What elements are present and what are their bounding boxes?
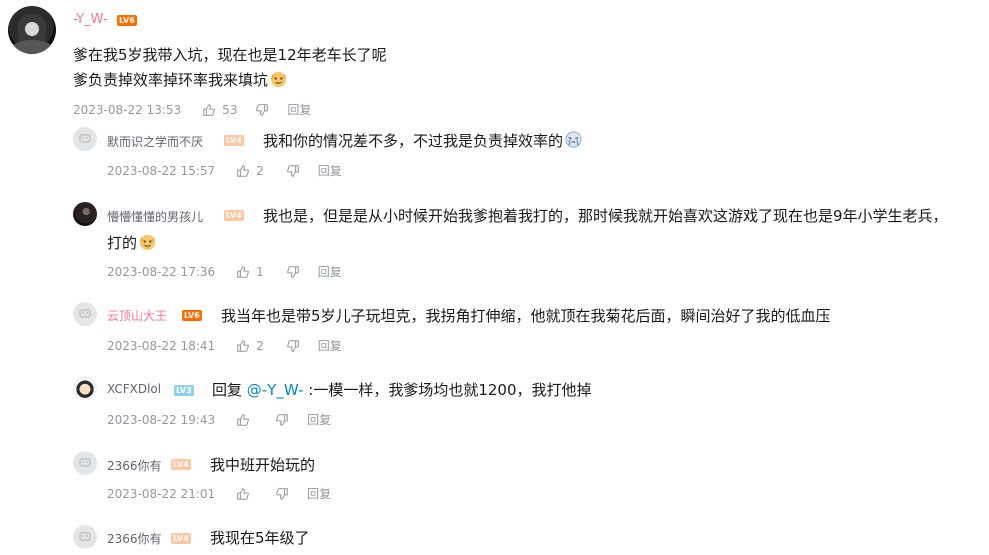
level-badge: LV4 — [171, 533, 191, 544]
level-badge: LV4 — [224, 135, 244, 146]
comment-thread: -Y_W- LV6 爹在我5岁我带入坑，现在也是12年老车长了呢 爹负责掉效率掉… — [0, 0, 989, 555]
username[interactable]: 2366你有 — [107, 530, 162, 547]
level-badge: LV6 — [117, 15, 137, 26]
avatar[interactable] — [73, 127, 97, 151]
avatar[interactable] — [73, 202, 97, 226]
reply-button[interactable]: 回复 — [287, 101, 311, 118]
comment-text: 爹在我5岁我带入坑，现在也是12年老车长了呢 — [73, 46, 387, 64]
avatar[interactable] — [73, 302, 97, 326]
dislike-icon[interactable] — [275, 413, 289, 427]
reply-text: 我也是，但是是从小时候开始我爹抱着我打的，那时候我就开始喜欢这游戏了现在也是9年… — [263, 207, 948, 225]
reply-button[interactable]: 回复 — [318, 162, 342, 179]
mention-link[interactable]: @-Y_W- — [247, 381, 304, 399]
reply-button[interactable]: 回复 — [307, 485, 331, 502]
username[interactable]: XCFXDlol — [107, 382, 161, 396]
comment-meta: 2023-08-22 13:53 53 回复 — [73, 101, 311, 118]
reply-button[interactable]: 回复 — [318, 337, 342, 354]
username[interactable]: 默而识之学而不厌 — [107, 133, 203, 150]
reply-meta: 2023-08-22 19:43 回复 — [107, 411, 331, 428]
avatar[interactable] — [73, 376, 97, 400]
like-count: 53 — [222, 102, 238, 117]
dislike-icon[interactable] — [255, 103, 269, 117]
like-icon[interactable] — [236, 339, 250, 353]
username[interactable]: 云顶山大王 — [107, 307, 167, 324]
reply-meta: 2023-08-22 17:36 1 回复 — [107, 263, 342, 280]
reply-time: 2023-08-22 18:41 — [107, 338, 216, 353]
reply-text: 我现在5年级了 — [210, 529, 310, 547]
reply-meta: 2023-08-22 21:01 回复 — [107, 485, 331, 502]
like-count: 2 — [256, 163, 264, 178]
reply-meta: 2023-08-22 18:41 2 回复 — [107, 337, 342, 354]
reply-time: 2023-08-22 19:43 — [107, 412, 216, 427]
reply-button[interactable]: 回复 — [318, 263, 342, 280]
like-count: 1 — [256, 264, 264, 279]
like-icon[interactable] — [236, 487, 250, 501]
level-badge: LV3 — [174, 385, 194, 396]
reply-meta: 2023-08-22 15:57 2 回复 — [107, 162, 342, 179]
avatar[interactable] — [8, 6, 56, 54]
like-icon[interactable] — [236, 413, 250, 427]
reply-text: 我中班开始玩的 — [210, 456, 316, 474]
dislike-icon[interactable] — [286, 164, 300, 178]
username[interactable]: 2366你有 — [107, 457, 162, 474]
reply-text: 回复 @-Y_W- :一模一样，我爹场均也就1200，我打他掉 — [212, 381, 592, 399]
level-badge: LV4 — [224, 210, 244, 221]
reply-text: 我和你的情况差不多，不过我是负责掉效率的 — [263, 130, 583, 151]
like-icon[interactable] — [202, 103, 216, 117]
username[interactable]: 懵懵懂懂的男孩儿 — [107, 208, 203, 225]
crying-emoji — [564, 130, 583, 149]
cat-emoji — [269, 69, 288, 88]
avatar[interactable] — [73, 525, 97, 549]
level-badge: LV4 — [171, 459, 191, 470]
reply-time: 2023-08-22 17:36 — [107, 264, 216, 279]
dislike-icon[interactable] — [286, 339, 300, 353]
reply-text-line2: 打的 — [107, 232, 157, 253]
like-icon[interactable] — [236, 164, 250, 178]
reply-prefix: 回复 — [212, 381, 243, 399]
cat-emoji — [138, 232, 157, 251]
like-icon[interactable] — [236, 265, 250, 279]
dislike-icon[interactable] — [286, 265, 300, 279]
reply-time: 2023-08-22 15:57 — [107, 163, 216, 178]
like-count: 2 — [256, 338, 264, 353]
level-badge: LV6 — [182, 310, 202, 321]
reply-time: 2023-08-22 21:01 — [107, 486, 216, 501]
reply-button[interactable]: 回复 — [307, 411, 331, 428]
dislike-icon[interactable] — [275, 487, 289, 501]
reply-text: 我当年也是带5岁儿子玩坦克，我拐角打伸缩，他就顶在我菊花后面，瞬间治好了我的低血… — [221, 307, 831, 325]
avatar[interactable] — [73, 451, 97, 475]
comment-time: 2023-08-22 13:53 — [73, 102, 182, 117]
comment-text-line2: 爹负责掉效率掉环率我来填坑 — [73, 69, 288, 90]
username[interactable]: -Y_W- — [73, 12, 108, 27]
